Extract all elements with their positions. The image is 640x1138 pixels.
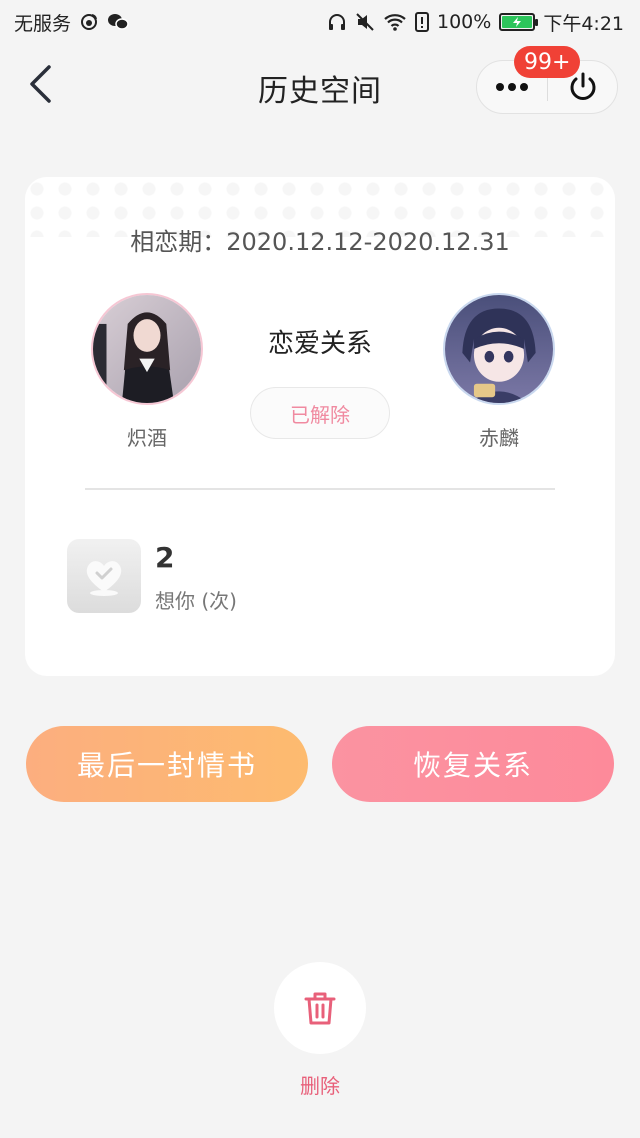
relation-label: 恋爱关系	[267, 329, 372, 359]
restore-relationship-button[interactable]: 恢复关系	[332, 726, 614, 802]
more-icon	[496, 83, 528, 91]
avatar-right[interactable]	[443, 293, 555, 405]
mute-icon	[355, 12, 375, 32]
battery-icon	[499, 13, 539, 31]
status-bar: 无服务 100% 下午4:21	[0, 0, 640, 44]
wifi-icon	[383, 12, 407, 32]
last-love-letter-button[interactable]: 最后一封情书	[26, 726, 308, 802]
weibo-icon	[79, 12, 99, 32]
sim-alert-icon	[415, 12, 429, 32]
miss-you-count: 2	[155, 541, 175, 574]
battery-percent: 100%	[437, 11, 492, 33]
headphones-icon	[327, 12, 347, 32]
notification-badge: 99+	[514, 46, 581, 78]
trash-icon	[304, 992, 336, 1025]
relation-status-badge: 已解除	[250, 387, 390, 439]
status-right: 100% 下午4:21	[327, 9, 624, 36]
battery-fill	[502, 16, 533, 28]
card-divider	[85, 488, 555, 490]
miss-you-icon-tile	[67, 539, 141, 613]
history-card: 相恋期：2020.12.12-2020.12.31 炽酒 赤麟 恋爱关系 已解除	[25, 177, 615, 676]
status-left: 无服务	[14, 9, 129, 36]
love-period: 相恋期：2020.12.12-2020.12.31	[130, 228, 510, 256]
carrier-text: 无服务	[14, 12, 72, 35]
delete-button[interactable]	[274, 962, 366, 1054]
heart-icon	[86, 561, 122, 596]
right-user-name: 赤麟	[479, 426, 519, 450]
delete-label: 删除	[300, 1074, 340, 1098]
clock-text: 下午4:21	[543, 12, 624, 35]
miss-you-label: 想你 (次)	[155, 589, 237, 613]
left-user-name: 炽酒	[127, 426, 167, 450]
avatar-left[interactable]	[91, 293, 203, 405]
wechat-icon	[107, 12, 129, 32]
